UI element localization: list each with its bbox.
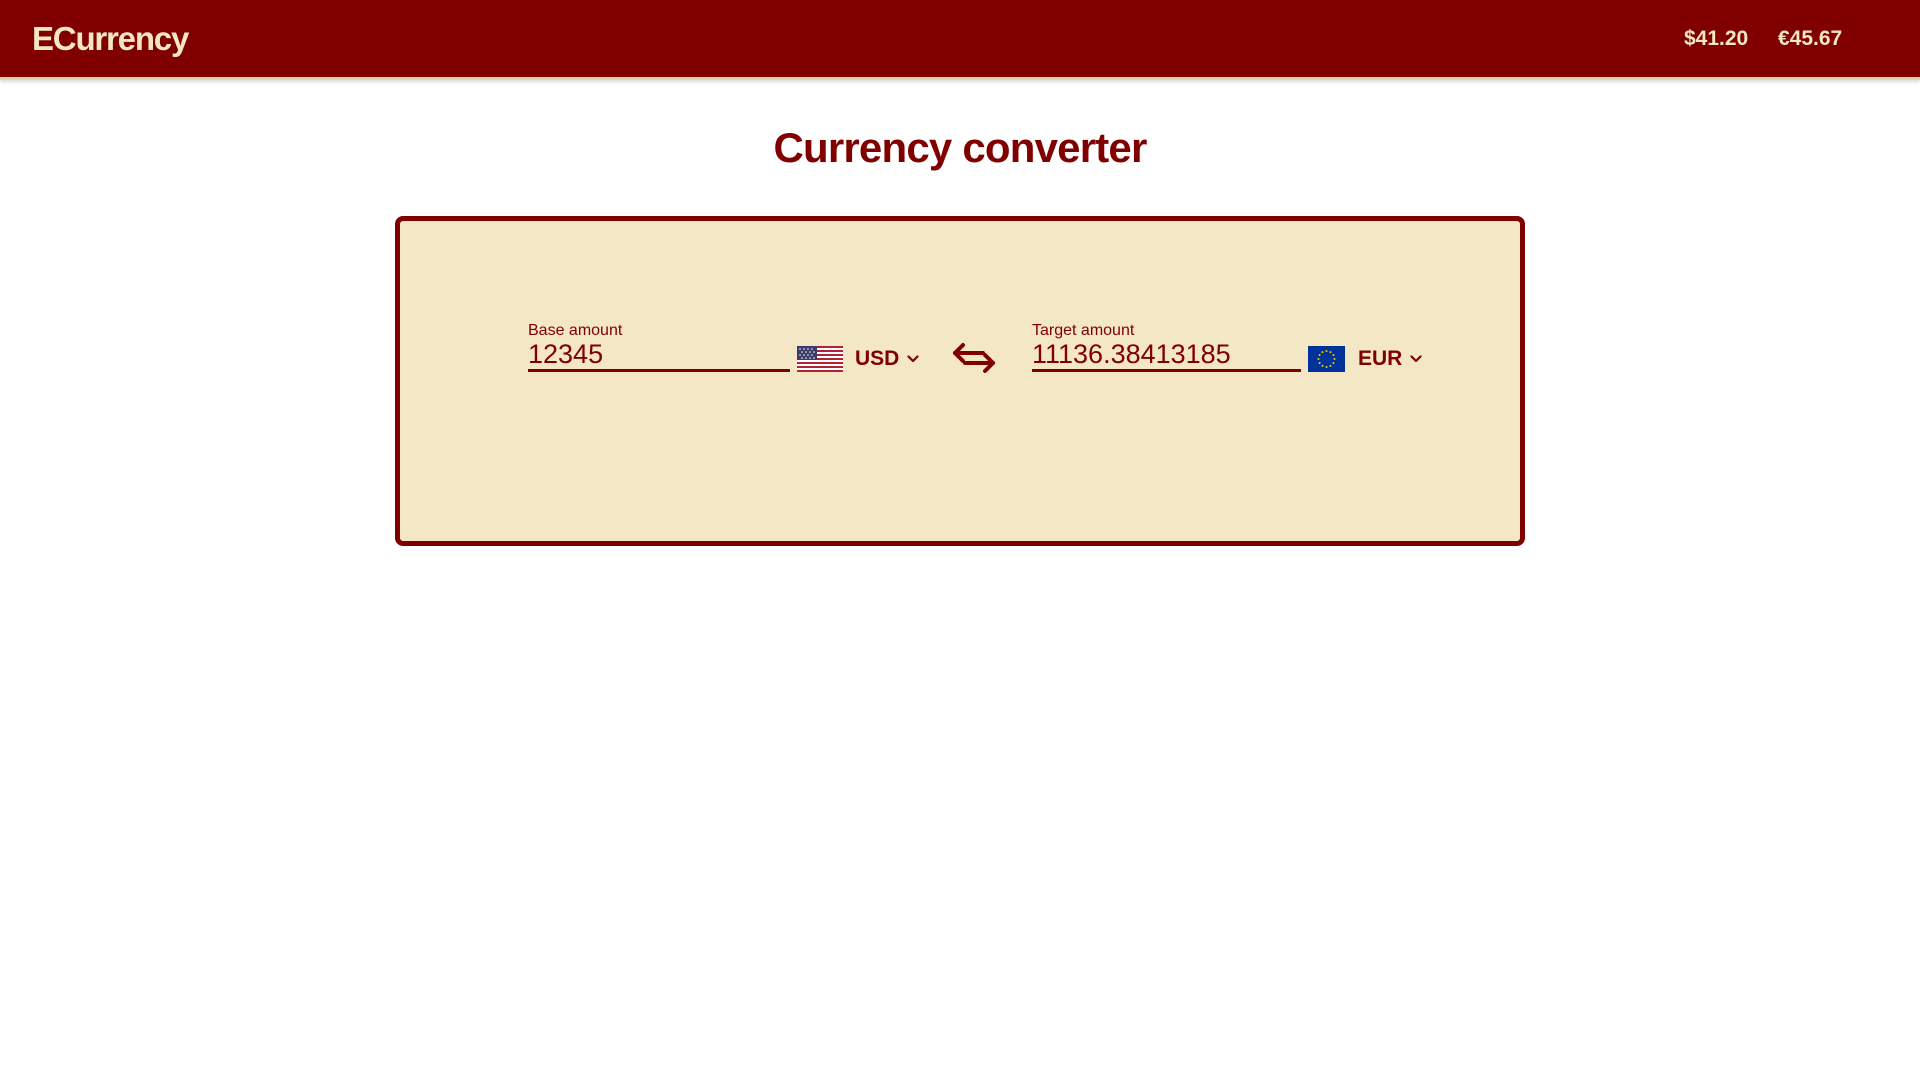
target-amount-label: Target amount (1032, 322, 1135, 339)
converter-card (395, 216, 1525, 546)
top-navbar: ECurrency $41.20 €45.67 (0, 0, 1920, 80)
base-amount-label: Base amount (528, 322, 623, 339)
brand-logo[interactable]: ECurrency (32, 20, 189, 58)
base-currency-select[interactable]: USD (797, 346, 919, 372)
swap-arrows-icon (953, 343, 995, 373)
chevron-down-icon (1410, 355, 1422, 363)
eur-rate: €45.67 (1778, 27, 1843, 50)
usd-rate: $41.20 (1684, 27, 1749, 50)
base-amount-input[interactable] (528, 340, 790, 372)
base-currency-code: USD (855, 347, 900, 370)
target-currency-select[interactable]: EUR (1308, 346, 1422, 372)
chevron-down-icon (907, 355, 919, 363)
page-title: Currency converter (773, 124, 1147, 171)
target-currency-code: EUR (1358, 347, 1403, 370)
us-flag-icon (797, 346, 843, 372)
target-amount-input[interactable] (1032, 340, 1301, 372)
eu-flag-icon (1308, 346, 1345, 372)
swap-currencies-button[interactable] (951, 341, 997, 375)
